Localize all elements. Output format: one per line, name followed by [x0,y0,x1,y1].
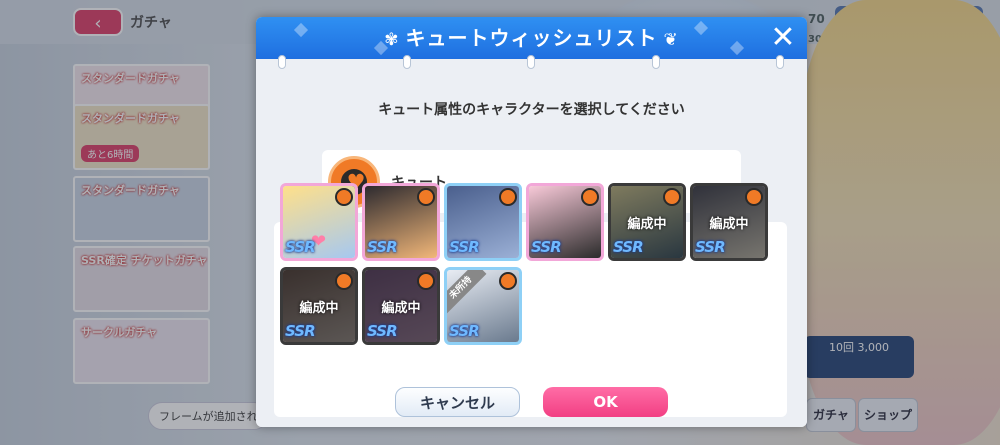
ring-icon [652,55,660,69]
character-card[interactable]: SSR [526,183,604,261]
character-card[interactable]: ❤ SSR [280,183,358,261]
rarity-label: SSR [285,238,316,256]
rarity-label: SSR [449,238,480,256]
cute-badge-icon [745,188,763,206]
rarity-label: SSR [695,238,726,256]
character-card[interactable]: SSR 編成中 [690,183,768,261]
character-card[interactable]: SSR [444,183,522,261]
character-card[interactable]: SSR 未所持 [444,267,522,345]
cute-badge-icon [499,188,517,206]
screen: ‹ ガチャ 70 30 + ⌂ ✉ ≡ スタンダードガチャあと4日スタンダードガ… [0,0,1000,445]
binder-rings [256,55,807,71]
dialog-title: キュートウィッシュリスト [405,26,658,50]
rarity-label: SSR [613,238,644,256]
status-label: 編成中 [299,301,339,316]
rarity-label: SSR [285,322,316,340]
status-label: 編成中 [627,217,667,232]
rarity-label: SSR [367,322,398,340]
character-card[interactable]: SSR 編成中 [280,267,358,345]
ring-icon [278,55,286,69]
cute-badge-icon [417,188,435,206]
cute-badge-icon [335,188,353,206]
character-card[interactable]: SSR 編成中 [608,183,686,261]
close-button[interactable]: ✕ [767,22,799,54]
ring-icon [403,55,411,69]
instruction-text: キュート属性のキャラクターを選択してください [378,102,685,118]
cancel-button[interactable]: キャンセル [395,387,520,417]
cute-badge-icon [335,272,353,290]
cute-badge-icon [417,272,435,290]
wing-icon: ❦ [663,29,679,50]
cute-badge-icon [499,272,517,290]
swirl-icon: ✾ [384,29,400,50]
status-label: 編成中 [709,217,749,232]
character-card[interactable]: SSR 編成中 [362,267,440,345]
ring-icon [527,55,535,69]
ring-icon [776,55,784,69]
rarity-label: SSR [449,322,480,340]
wishlist-dialog: ✾ キュートウィッシュリスト ❦ ✕ キュート属性のキャラクターを選択してください … [256,17,807,427]
character-card[interactable]: SSR [362,183,440,261]
dialog-title-row: ✾ キュートウィッシュリスト ❦ [256,17,807,59]
rarity-label: SSR [367,238,398,256]
dialog-header: ✾ キュートウィッシュリスト ❦ ✕ [256,17,807,59]
rarity-label: SSR [531,238,562,256]
ok-button[interactable]: OK [543,387,668,417]
cute-badge-icon [581,188,599,206]
cute-badge-icon [663,188,681,206]
status-label: 編成中 [381,301,421,316]
